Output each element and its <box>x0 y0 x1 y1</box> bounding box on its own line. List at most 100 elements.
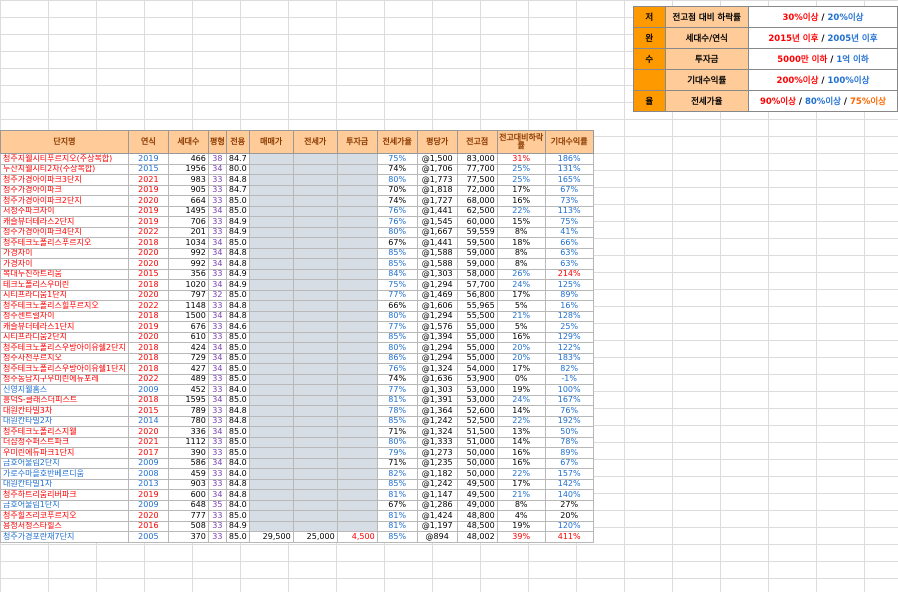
table-cell[interactable]: 797 <box>167 289 209 301</box>
table-cell[interactable]: 67% <box>544 184 594 196</box>
table-row[interactable]: 청주센트럴자이 2018 1500 34 84.8 80% @1,294 55,500 21% 1… <box>0 310 594 322</box>
table-cell[interactable]: @1,273 <box>416 447 458 459</box>
table-cell[interactable]: 66% <box>544 237 594 249</box>
table-cell[interactable] <box>248 415 294 427</box>
table-cell[interactable]: 2018 <box>127 342 169 354</box>
table-cell[interactable]: 903 <box>167 478 209 490</box>
table-cell[interactable]: 2016 <box>127 520 169 532</box>
table-cell[interactable]: 2018 <box>127 279 169 291</box>
table-cell[interactable]: 600 <box>167 489 209 501</box>
table-cell[interactable] <box>336 216 378 228</box>
table-cell[interactable]: 32 <box>207 289 227 301</box>
table-row[interactable]: 청주테크노폴리스우방아이유쉘2단지 2018 424 34 85.0 80% @1,294 5… <box>0 342 594 354</box>
column-header[interactable]: 평형 <box>207 130 227 154</box>
table-cell[interactable] <box>248 195 294 207</box>
table-cell[interactable]: 2022 <box>127 373 169 385</box>
table-cell[interactable] <box>292 478 338 490</box>
table-cell[interactable]: 34 <box>207 363 227 375</box>
table-cell[interactable] <box>336 510 378 522</box>
table-cell[interactable] <box>336 163 378 175</box>
table-cell[interactable] <box>292 237 338 249</box>
table-cell[interactable]: 2015 <box>127 268 169 280</box>
table-cell[interactable]: 77% <box>376 321 418 333</box>
table-cell[interactable]: 89% <box>544 289 594 301</box>
table-cell[interactable] <box>336 342 378 354</box>
table-cell[interactable]: 17% <box>496 184 546 196</box>
table-cell[interactable]: @1,588 <box>416 258 458 270</box>
table-cell[interactable]: 청주사천푸르지오 <box>0 352 129 364</box>
table-cell[interactable] <box>248 457 294 469</box>
table-cell[interactable]: 2019 <box>127 184 169 196</box>
table-cell[interactable]: @1,469 <box>416 289 458 301</box>
table-row[interactable]: 신영지웰홈스 2009 452 33 84.0 77% @1,303 53,000 19% 100… <box>0 384 594 396</box>
table-cell[interactable] <box>248 426 294 438</box>
table-cell[interactable]: -1% <box>544 373 594 385</box>
table-cell[interactable]: 411% <box>544 531 594 543</box>
table-cell[interactable] <box>248 289 294 301</box>
table-cell[interactable] <box>336 184 378 196</box>
table-cell[interactable]: @1,294 <box>416 310 458 322</box>
table-row[interactable]: 청주사천푸르지오 2018 729 34 85.0 86% @1,294 55,000 20% 1… <box>0 352 594 364</box>
table-row[interactable]: 대원칸타빌2차 2014 780 33 84.8 85% @1,242 52,500 22% 19… <box>0 415 594 427</box>
table-cell[interactable]: 2009 <box>127 384 169 396</box>
table-cell[interactable]: 192% <box>544 415 594 427</box>
table-cell[interactable]: 두산지웰시티2차(주상복합) <box>0 163 129 175</box>
table-cell[interactable]: 77,500 <box>456 174 498 186</box>
table-cell[interactable]: 8% <box>496 226 546 238</box>
table-cell[interactable]: 33 <box>207 531 227 543</box>
table-cell[interactable]: 가경자이 <box>0 258 129 270</box>
table-cell[interactable]: 청주테크노폴리스푸르지오 <box>0 237 129 249</box>
column-header[interactable]: 전세가율 <box>376 130 418 154</box>
table-cell[interactable]: 59,000 <box>456 258 498 270</box>
table-cell[interactable]: 81% <box>376 489 418 501</box>
table-cell[interactable]: 142% <box>544 478 594 490</box>
table-row[interactable]: 청주동남지구우미린에듀포레 2022 489 33 85.0 74% @1,636 53,90… <box>0 373 594 385</box>
table-cell[interactable]: 2008 <box>127 468 169 480</box>
table-cell[interactable]: 73% <box>544 195 594 207</box>
table-cell[interactable]: 80.0 <box>225 163 250 175</box>
table-row[interactable]: 테크노폴리스우미린 2018 1020 34 84.9 75% @1,294 57,700 24… <box>0 279 594 291</box>
table-cell[interactable]: 78% <box>376 405 418 417</box>
table-row[interactable]: 두산지웰시티2차(주상복합) 2015 1956 34 80.0 74% @1,706 77,… <box>0 163 594 175</box>
table-cell[interactable]: 370 <box>167 531 209 543</box>
table-cell[interactable]: 59,500 <box>456 237 498 249</box>
table-cell[interactable] <box>336 258 378 270</box>
table-cell[interactable]: 금호어울림2단지 <box>0 457 129 469</box>
table-cell[interactable]: 31% <box>496 153 546 165</box>
table-cell[interactable]: 89% <box>544 447 594 459</box>
table-cell[interactable] <box>292 184 338 196</box>
table-cell[interactable]: 2021 <box>127 174 169 186</box>
table-cell[interactable]: 청주테크노폴리스지웰 <box>0 426 129 438</box>
table-cell[interactable]: 2020 <box>127 331 169 343</box>
table-cell[interactable] <box>336 457 378 469</box>
column-header[interactable]: 단지명 <box>0 130 129 154</box>
table-cell[interactable]: 780 <box>167 415 209 427</box>
table-cell[interactable]: 시티프라디움2단지 <box>0 331 129 343</box>
table-cell[interactable] <box>336 520 378 532</box>
table-cell[interactable]: 가로수마을호반베르디움 <box>0 468 129 480</box>
table-cell[interactable]: 85.0 <box>225 426 250 438</box>
table-cell[interactable]: 21% <box>496 489 546 501</box>
table-cell[interactable]: 19% <box>496 384 546 396</box>
table-cell[interactable]: 38 <box>207 153 227 165</box>
table-cell[interactable]: 54,000 <box>456 363 498 375</box>
table-cell[interactable]: 85% <box>376 331 418 343</box>
table-cell[interactable]: 62,500 <box>456 205 498 217</box>
table-cell[interactable]: @1,773 <box>416 174 458 186</box>
table-cell[interactable] <box>248 310 294 322</box>
table-cell[interactable] <box>248 468 294 480</box>
table-cell[interactable]: 67% <box>544 457 594 469</box>
table-cell[interactable]: 424 <box>167 342 209 354</box>
table-cell[interactable]: 33 <box>207 216 227 228</box>
table-cell[interactable] <box>248 247 294 259</box>
table-cell[interactable]: 2020 <box>127 510 169 522</box>
table-cell[interactable]: 더샵청주퍼스트파크 <box>0 436 129 448</box>
table-cell[interactable] <box>292 384 338 396</box>
table-cell[interactable]: 신영지웰홈스 <box>0 384 129 396</box>
table-cell[interactable]: 84.8 <box>225 478 250 490</box>
table-cell[interactable]: 84.8 <box>225 174 250 186</box>
table-row[interactable]: 청주지웰시티푸르지오(주상복합) 2019 466 38 84.7 75% @1,500 83… <box>0 153 594 165</box>
table-cell[interactable]: 2005 <box>127 531 169 543</box>
table-cell[interactable] <box>336 331 378 343</box>
table-cell[interactable]: @1,333 <box>416 436 458 448</box>
